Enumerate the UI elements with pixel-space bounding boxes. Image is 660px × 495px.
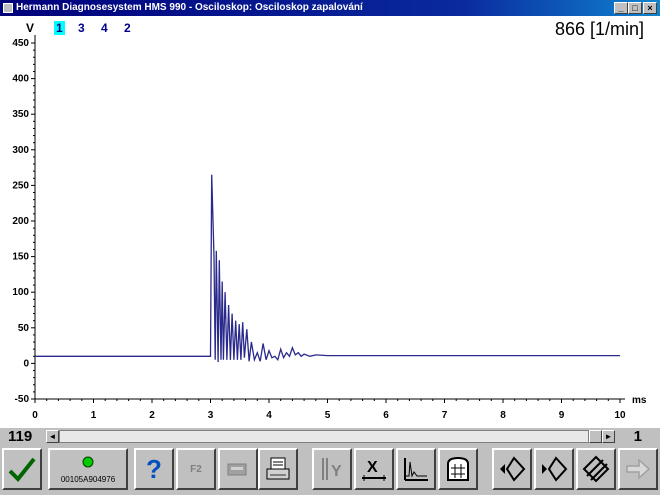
printer-icon <box>266 457 290 480</box>
scroll-position-value: 119 <box>8 428 33 445</box>
grid-icon <box>447 456 469 481</box>
scroll-right-arrow[interactable]: ► <box>602 430 615 443</box>
app-icon <box>3 3 13 13</box>
time-scroll-row: 119 ◄ ► 1 <box>0 428 660 446</box>
trigger-right-button[interactable] <box>534 448 574 490</box>
scroll-thumb[interactable] <box>589 430 602 443</box>
svg-text:Y: Y <box>331 463 342 480</box>
oscilloscope-chart: -500501001502002503003504004500 1 2 3 4 5 6 7 8 9… <box>12 35 647 421</box>
scroll-left-arrow[interactable]: ◄ <box>46 430 59 443</box>
window-title: Hermann Diagnosesystem HMS 990 - Oscilos… <box>16 2 363 13</box>
minimize-button[interactable]: _ <box>614 2 628 14</box>
y-tick-label: 50 <box>18 323 30 334</box>
f2-button[interactable]: F2 <box>176 448 216 490</box>
cursor-tool-icon <box>582 455 610 483</box>
x-tick-label: 9 <box>559 410 565 421</box>
x-tick-label: 3 <box>208 410 214 421</box>
x-tick-label: 8 <box>500 410 506 421</box>
x-tick-label: 5 <box>325 410 331 421</box>
diamond-right-icon <box>542 456 568 482</box>
y-axis-scale-button[interactable]: Y <box>312 448 352 490</box>
oscilloscope-plot: -50 0 50 100 150 200 250 300 350 400 450 0 1 2 3 4 5 6 7 8 9… <box>0 16 660 428</box>
time-scrollbar-track[interactable] <box>59 430 589 443</box>
y-tick-label: 200 <box>12 216 29 227</box>
page-number: 1 <box>633 428 642 445</box>
arrow-right-icon <box>626 458 651 480</box>
maximize-button[interactable]: □ <box>628 2 642 14</box>
y-tick-label: 400 <box>12 74 29 85</box>
y-scale-icon: Y <box>322 458 342 480</box>
y-tick-label: 250 <box>12 180 29 191</box>
x-tick-label: 6 <box>383 410 389 421</box>
help-icon: ? <box>146 453 162 484</box>
checkmark-icon <box>8 457 36 482</box>
x-axis-scale-button[interactable]: X <box>354 448 394 490</box>
waveform-icon <box>404 458 428 481</box>
channel-4-selector[interactable]: 4 <box>101 21 108 35</box>
f2-label: F2 <box>190 463 202 475</box>
x-tick-label: 4 <box>266 410 272 421</box>
y-unit-label: V <box>26 21 35 35</box>
waveform-button[interactable] <box>396 448 436 490</box>
confirm-button[interactable] <box>2 448 42 490</box>
device-icon <box>227 463 247 476</box>
diamond-left-icon <box>500 456 526 482</box>
y-tick-label: 0 <box>23 358 29 369</box>
svg-text:X: X <box>367 459 378 476</box>
print-preview-button[interactable] <box>218 448 258 490</box>
cursor-tool-button[interactable] <box>576 448 616 490</box>
rpm-readout: 866 [1/min] <box>554 19 644 39</box>
y-tick-label: -50 <box>15 394 30 405</box>
x-tick-label: 1 <box>91 410 97 421</box>
channel-1-selector[interactable]: 1 <box>54 21 65 35</box>
device-serial-number: 00105A904976 <box>60 475 116 484</box>
y-tick-label: 350 <box>12 109 29 120</box>
x-axis-unit-label: ms <box>632 395 647 406</box>
window-titlebar: Hermann Diagnosesystem HMS 990 - Oscilos… <box>0 0 660 16</box>
y-tick-label: 450 <box>12 38 29 49</box>
ignition-waveform-line <box>35 174 620 363</box>
help-button[interactable]: ? <box>134 448 174 490</box>
y-tick-label: 300 <box>12 145 29 156</box>
next-button[interactable] <box>618 448 658 490</box>
x-scale-icon: X <box>362 459 386 481</box>
x-tick-label: 7 <box>442 410 448 421</box>
channel-3-selector[interactable]: 3 <box>78 21 85 35</box>
bottom-toolbar: 00105A904976 ? F2 Y X <box>0 446 660 495</box>
y-tick-label: 150 <box>12 252 29 263</box>
status-led-icon <box>82 456 94 468</box>
x-tick-label: 2 <box>149 410 155 421</box>
y-tick-label: 100 <box>12 287 29 298</box>
trigger-left-button[interactable] <box>492 448 532 490</box>
channel-2-selector[interactable]: 2 <box>124 21 131 35</box>
grid-button[interactable] <box>438 448 478 490</box>
x-tick-label: 10 <box>614 410 626 421</box>
device-status-button[interactable]: 00105A904976 <box>48 448 128 490</box>
x-tick-label: 0 <box>32 410 38 421</box>
print-button[interactable] <box>258 448 298 490</box>
close-button[interactable]: × <box>643 2 657 14</box>
